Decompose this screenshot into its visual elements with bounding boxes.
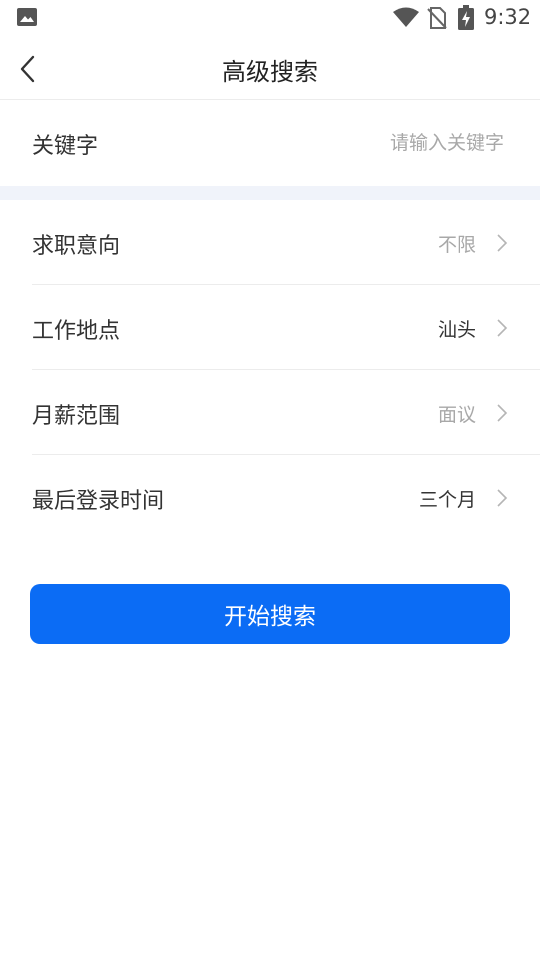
wifi-icon <box>393 7 419 27</box>
work-location-label: 工作地点 <box>32 319 121 344</box>
page-title: 高级搜索 <box>222 58 318 86</box>
job-intention-value: 不限 <box>437 234 476 256</box>
monthly-salary-label: 月薪范围 <box>32 404 121 429</box>
last-login-label: 最后登录时间 <box>32 489 165 514</box>
chevron-right-icon <box>497 404 508 422</box>
keyword-row: 关键字 <box>0 100 540 186</box>
no-sim-icon <box>427 7 447 29</box>
filter-row-job-intention[interactable]: 求职意向 不限 <box>0 200 540 285</box>
job-intention-label: 求职意向 <box>32 234 121 259</box>
filter-row-monthly-salary[interactable]: 月薪范围 面议 <box>0 370 540 455</box>
status-time: 9:32 <box>484 5 532 29</box>
chevron-right-icon <box>497 319 508 337</box>
nav-bar: 高级搜索 <box>0 36 540 100</box>
keyword-input[interactable] <box>244 126 504 160</box>
monthly-salary-value: 面议 <box>437 404 476 426</box>
chevron-right-icon <box>497 489 508 507</box>
keyword-label: 关键字 <box>32 134 99 159</box>
start-search-button[interactable]: 开始搜索 <box>30 584 510 644</box>
battery-charging-icon <box>458 5 474 30</box>
filter-row-last-login[interactable]: 最后登录时间 三个月 <box>0 455 540 540</box>
image-icon <box>17 8 37 26</box>
section-divider <box>0 186 540 200</box>
work-location-value: 汕头 <box>437 319 476 341</box>
status-bar: 9:32 <box>0 0 540 36</box>
last-login-value: 三个月 <box>418 489 476 511</box>
filter-row-work-location[interactable]: 工作地点 汕头 <box>0 285 540 370</box>
chevron-right-icon <box>497 234 508 252</box>
